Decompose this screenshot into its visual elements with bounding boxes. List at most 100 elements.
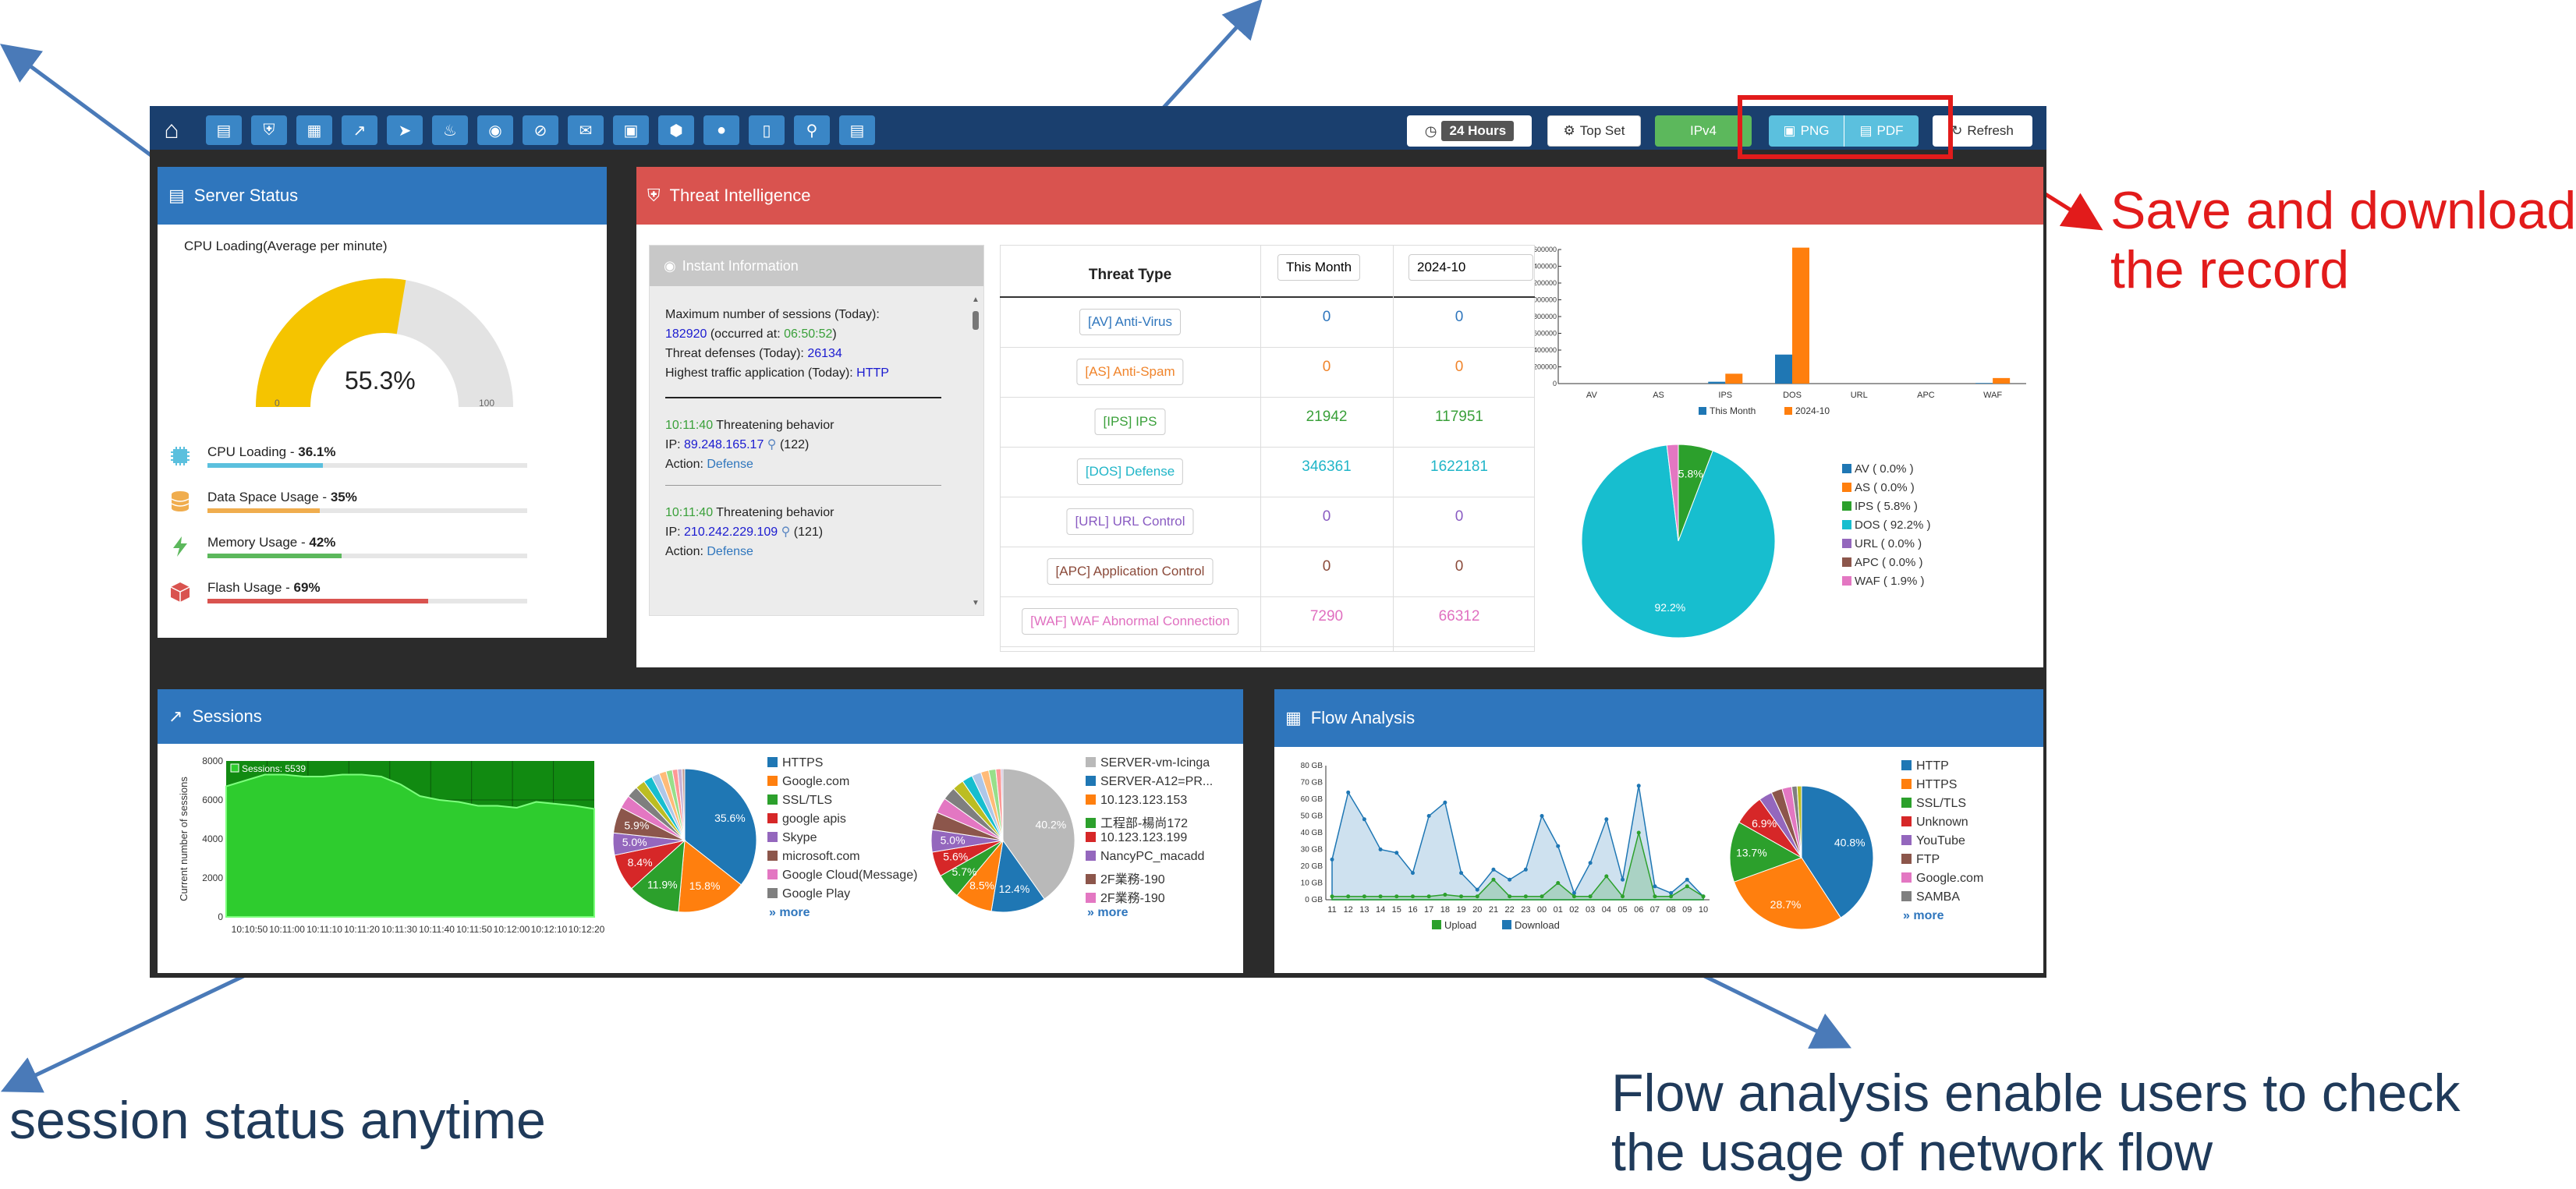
threat-month-value: 0 (1322, 359, 1331, 375)
arrow-sessions (0, 961, 273, 1093)
metric-fill (207, 463, 323, 468)
threat-row: [IPS] IPS 21942 117951 (1000, 398, 1535, 448)
data-point (1491, 877, 1496, 882)
refresh-label: Refresh (1967, 123, 2014, 138)
threat-month-value: 346361 (1302, 458, 1352, 475)
header-threat-type: Threat Type (1088, 267, 1172, 283)
x-tick-label: 17 (1424, 905, 1433, 915)
data-point (1556, 881, 1561, 885)
y-tick-label: 1600000 (1535, 246, 1557, 253)
threat-intel-panel: ⛨ Threat Intelligence ◉ Instant Informat… (636, 167, 2043, 667)
gear-icon: ⚙ (1563, 123, 1575, 138)
legend-swatch (1842, 557, 1851, 567)
event-ip-link[interactable]: 210.242.229.109 (684, 525, 778, 539)
x-tick-label: 15 (1392, 905, 1401, 915)
x-tick-label: 20 (1472, 905, 1482, 915)
x-tick-label: 10:11:40 (419, 924, 455, 935)
threat-type-button[interactable]: [AV] Anti-Virus (1079, 309, 1182, 335)
metric-track (207, 599, 527, 603)
file-icon[interactable]: ▤ (839, 115, 875, 145)
cube-icon[interactable]: ⬢ (658, 115, 694, 145)
data-point (1636, 784, 1641, 788)
x-tick-label: DOS (1783, 391, 1802, 400)
legend-item: microsoft.com (767, 850, 860, 864)
magnifier-icon[interactable]: ⚲ (781, 525, 791, 539)
legend-label: APC ( 0.0% ) (1855, 556, 1923, 569)
grid-icon[interactable]: ▦ (296, 115, 332, 145)
top-set-button[interactable]: ⚙ Top Set (1547, 115, 1641, 147)
threat-bar-chart: 1600000 1400000 1200000 1000000 800000 600000… (1535, 246, 2026, 416)
time-range-button[interactable]: ◷ 24 Hours (1407, 115, 1532, 147)
y-tick-label: 200000 (1535, 363, 1557, 371)
y-tick-label: 4000 (202, 833, 223, 844)
map-icon[interactable]: ▯ (749, 115, 785, 145)
server-status-panel: ▤ Server Status CPU Loading(Average per … (158, 167, 607, 638)
threat-type-button[interactable]: [DOS] Defense (1076, 458, 1184, 485)
server-icon[interactable]: ▤ (206, 115, 242, 145)
legend-item: 2F業務-190 (1086, 869, 1165, 887)
data-point (1653, 884, 1657, 889)
flow-analysis-header: ▦ Flow Analysis (1274, 689, 2043, 747)
more-link[interactable]: » more (1087, 906, 1128, 920)
threat-type-button[interactable]: [IPS] IPS (1094, 409, 1166, 435)
x-tick-label: 10:11:20 (344, 924, 380, 935)
more-link[interactable]: » more (769, 906, 810, 920)
data-point (1443, 893, 1447, 897)
threat-type-cell: [IPS] IPS (1000, 398, 1260, 448)
flow-analysis-title: Flow Analysis (1310, 708, 1416, 727)
event-ip-link[interactable]: 89.248.165.17 (684, 438, 764, 451)
legend-item: SSL/TLS (767, 794, 832, 808)
pie-label: 35.6% (714, 812, 746, 824)
shield-icon[interactable]: ⛨ (251, 115, 287, 145)
max-sessions-detail: 182920 (occurred at: 06:50:52) (665, 327, 837, 341)
map-marker-icon[interactable]: ● (703, 115, 739, 145)
metric-fill (207, 599, 428, 603)
fire-icon[interactable]: ♨ (432, 115, 468, 145)
data-point (1604, 874, 1609, 879)
rocket-icon[interactable]: ➤ (387, 115, 423, 145)
threat-type-button[interactable]: [WAF] WAF Abnormal Connection (1022, 608, 1238, 635)
threat-type-cell: [URL] URL Control (1000, 497, 1260, 547)
mail-icon[interactable]: ✉ (568, 115, 604, 145)
sessions-title: Sessions (192, 706, 262, 726)
threat-prev-value: 66312 (1438, 608, 1480, 625)
instant-info-scrollbar[interactable]: ▲ ▼ (971, 295, 980, 607)
threat-type-button[interactable]: [APC] Application Control (1047, 558, 1214, 585)
box-icon[interactable]: ▣ (613, 115, 649, 145)
legend-item: HTTPS (1901, 778, 1957, 792)
more-link[interactable]: » more (1903, 909, 1944, 923)
x-tick-label: 10:11:50 (456, 924, 492, 935)
data-point (1669, 894, 1674, 899)
bar (1975, 383, 1993, 384)
metric-flash: Flash Usage - 69% (158, 574, 563, 618)
threat-pie-chart: 5.8% 92.2% AV ( 0.0% ) AS ( 0.0% ) IPS ( 5.8… (1581, 444, 1931, 639)
magnifier-icon[interactable]: ⚲ (767, 438, 777, 451)
pie-label: 11.9% (647, 879, 678, 891)
legend-swatch (1842, 539, 1851, 548)
threat-row: [WAF] WAF Abnormal Connection 7290 66312 (1000, 597, 1535, 647)
data-point (1330, 894, 1334, 899)
data-point (1475, 887, 1479, 892)
eye-slash-icon[interactable]: ⊘ (523, 115, 558, 145)
threat-type-cell: [WAF] WAF Abnormal Connection (1000, 597, 1260, 647)
pie-label: 5.6% (943, 850, 968, 862)
x-tick-label: 11 (1327, 905, 1336, 915)
threat-type-button[interactable]: [URL] URL Control (1066, 508, 1194, 535)
threat-month-value: 21942 (1306, 409, 1348, 425)
legend-item: FTP (1901, 853, 1940, 867)
search-icon[interactable]: ⚲ (794, 115, 830, 145)
bar (1993, 377, 2011, 384)
chart-icon[interactable]: ↗ (342, 115, 377, 145)
x-tick-label: 16 (1408, 905, 1417, 915)
home-icon[interactable]: ⌂ (156, 114, 187, 145)
metric-fill (207, 508, 320, 513)
threat-month-value: 0 (1322, 508, 1331, 525)
metric-data-space: Data Space Usage - 35% (158, 483, 563, 527)
threat-type-button[interactable]: [AS] Anti-Spam (1076, 359, 1184, 385)
x-tick-label: 09 (1682, 905, 1692, 915)
y-tick-label: 80 GB (1301, 762, 1323, 770)
threat-type-cell: [AS] Anti-Spam (1000, 348, 1260, 398)
globe-icon[interactable]: ◉ (477, 115, 513, 145)
legend-label: Sessions: 5539 (242, 763, 306, 774)
pie-label: 5.0% (941, 833, 966, 846)
